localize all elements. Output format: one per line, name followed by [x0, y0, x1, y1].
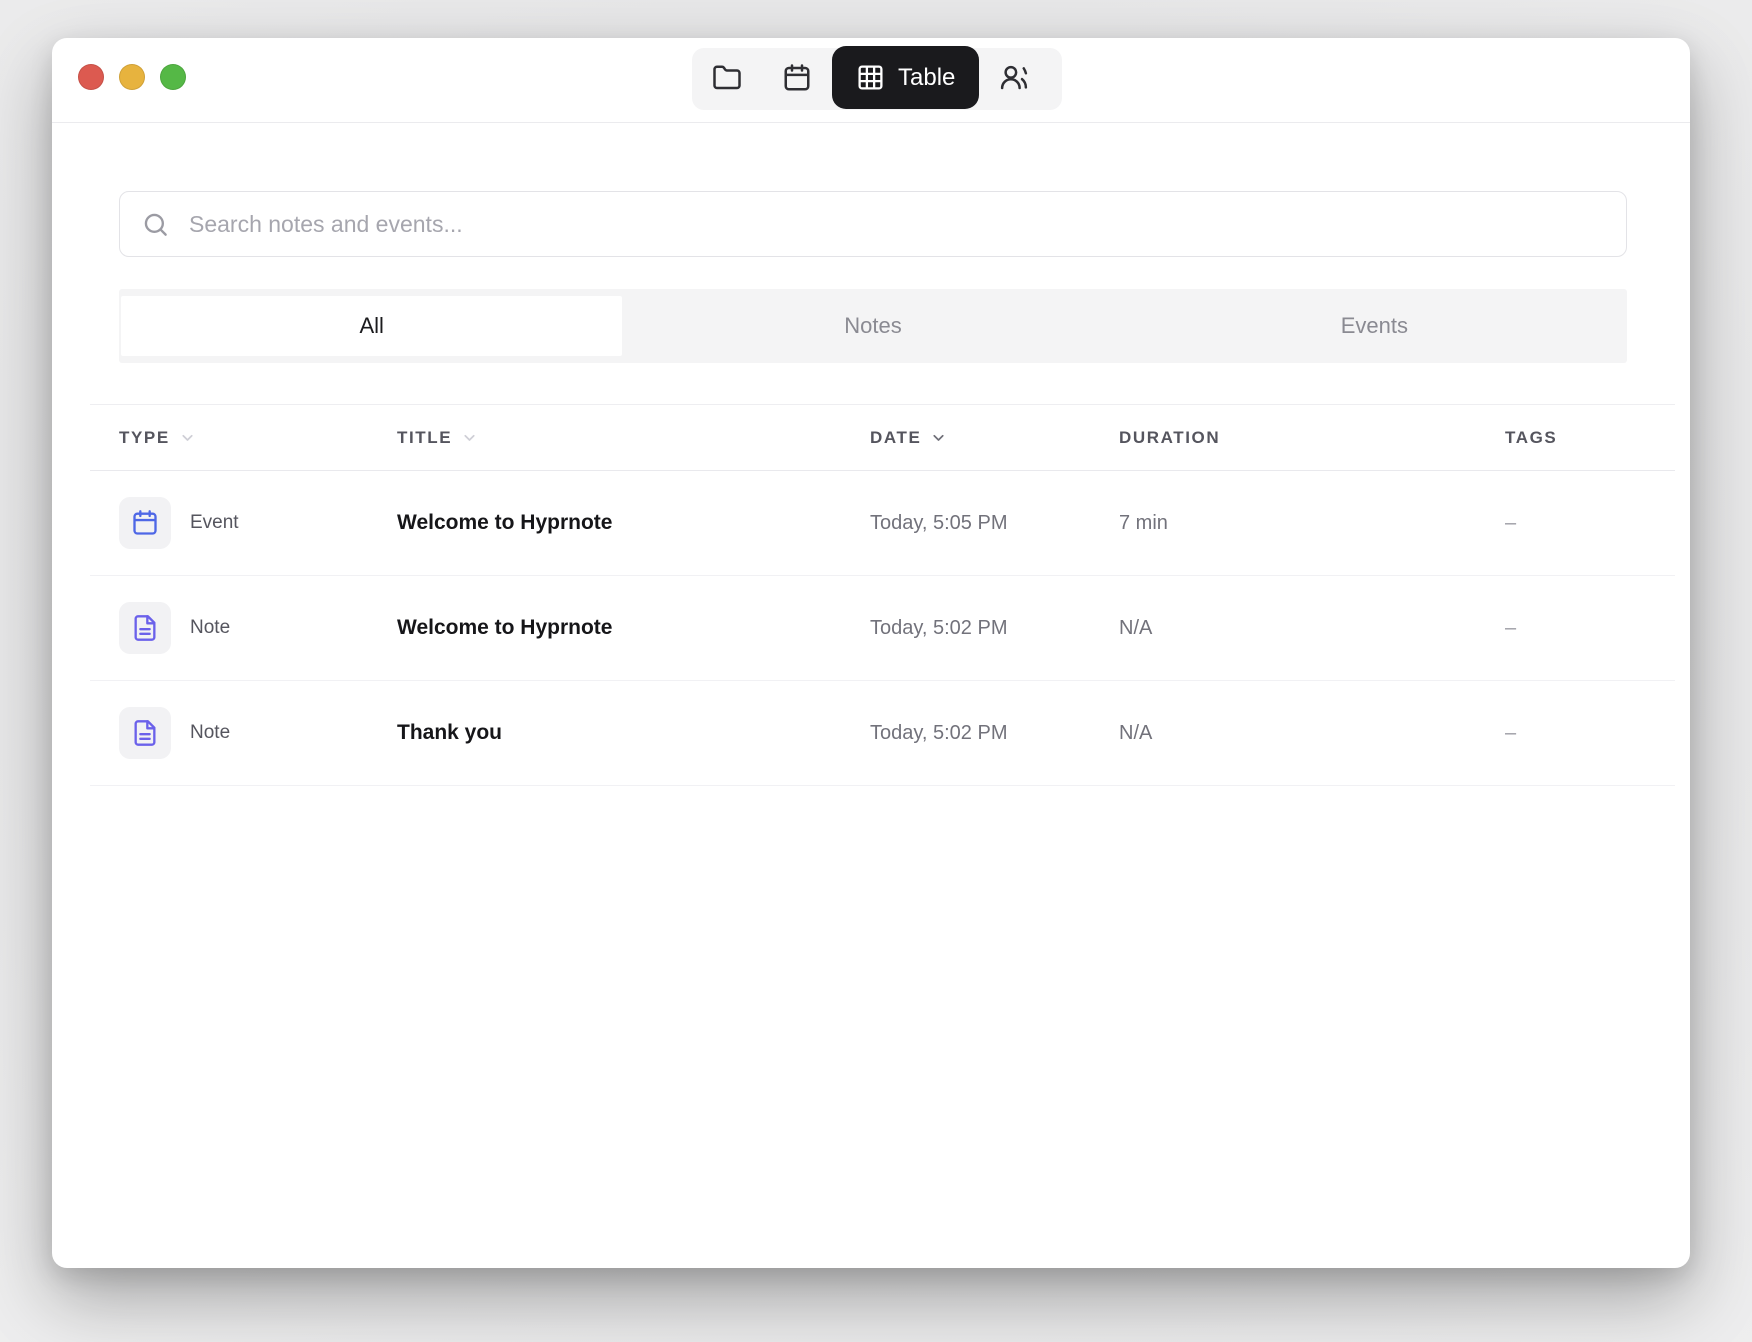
tags-cell: –	[1505, 617, 1675, 640]
date-cell: Today, 5:02 PM	[870, 617, 1119, 640]
type-cell: Event	[119, 497, 397, 549]
table-row[interactable]: Note Welcome to Hyprnote Today, 5:02 PM …	[90, 576, 1675, 681]
column-label: DATE	[870, 428, 921, 448]
type-label: Event	[190, 512, 239, 534]
table-view-button[interactable]: Table	[832, 46, 979, 109]
results-table: TYPE TITLE DATE DURATION TAGS	[90, 404, 1675, 786]
filter-tabs: All Notes Events	[119, 289, 1627, 363]
calendar-icon	[782, 63, 812, 96]
event-badge	[119, 497, 171, 549]
type-label: Note	[190, 722, 230, 744]
app-window: Table All Notes Events TYPE TITLE	[52, 38, 1690, 1268]
note-badge	[119, 602, 171, 654]
duration-cell: N/A	[1119, 722, 1505, 745]
calendar-icon	[131, 509, 159, 537]
users-icon	[999, 63, 1029, 96]
title-cell: Welcome to Hyprnote	[397, 616, 870, 640]
column-header-type[interactable]: TYPE	[119, 428, 397, 448]
minimize-button[interactable]	[119, 64, 145, 90]
date-cell: Today, 5:05 PM	[870, 512, 1119, 535]
type-cell: Note	[119, 602, 397, 654]
traffic-lights	[78, 64, 186, 90]
search-input[interactable]	[187, 210, 1604, 239]
chevron-down-icon	[930, 429, 947, 446]
tags-cell: –	[1505, 722, 1675, 745]
column-header-title[interactable]: TITLE	[397, 428, 870, 448]
zoom-button[interactable]	[160, 64, 186, 90]
duration-cell: N/A	[1119, 617, 1505, 640]
folder-view-button[interactable]	[692, 48, 762, 110]
people-view-button[interactable]	[979, 48, 1049, 110]
table-header: TYPE TITLE DATE DURATION TAGS	[90, 404, 1675, 471]
chevron-down-icon	[461, 429, 478, 446]
column-label: TAGS	[1505, 428, 1557, 448]
column-label: TYPE	[119, 428, 170, 448]
calendar-view-button[interactable]	[762, 48, 832, 110]
duration-cell: 7 min	[1119, 512, 1505, 535]
note-badge	[119, 707, 171, 759]
search-bar	[119, 191, 1627, 257]
title-cell: Welcome to Hyprnote	[397, 511, 870, 535]
table-icon	[856, 63, 885, 92]
column-header-duration[interactable]: DURATION	[1119, 428, 1505, 448]
tags-cell: –	[1505, 512, 1675, 535]
column-label: TITLE	[397, 428, 452, 448]
folder-icon	[712, 63, 742, 96]
type-cell: Note	[119, 707, 397, 759]
view-switcher: Table	[692, 48, 1062, 110]
chevron-down-icon	[179, 429, 196, 446]
tab-notes[interactable]: Notes	[622, 296, 1123, 356]
tab-all[interactable]: All	[121, 296, 622, 356]
title-cell: Thank you	[397, 721, 870, 745]
titlebar: Table	[52, 38, 1690, 123]
column-header-date[interactable]: DATE	[870, 428, 1119, 448]
column-label: DURATION	[1119, 428, 1220, 448]
table-row[interactable]: Event Welcome to Hyprnote Today, 5:05 PM…	[90, 471, 1675, 576]
note-icon	[131, 719, 159, 747]
close-button[interactable]	[78, 64, 104, 90]
search-icon	[142, 211, 169, 238]
tab-events[interactable]: Events	[1124, 296, 1625, 356]
note-icon	[131, 614, 159, 642]
date-cell: Today, 5:02 PM	[870, 722, 1119, 745]
type-label: Note	[190, 617, 230, 639]
table-row[interactable]: Note Thank you Today, 5:02 PM N/A –	[90, 681, 1675, 786]
table-view-label: Table	[898, 64, 955, 92]
column-header-tags[interactable]: TAGS	[1505, 428, 1675, 448]
